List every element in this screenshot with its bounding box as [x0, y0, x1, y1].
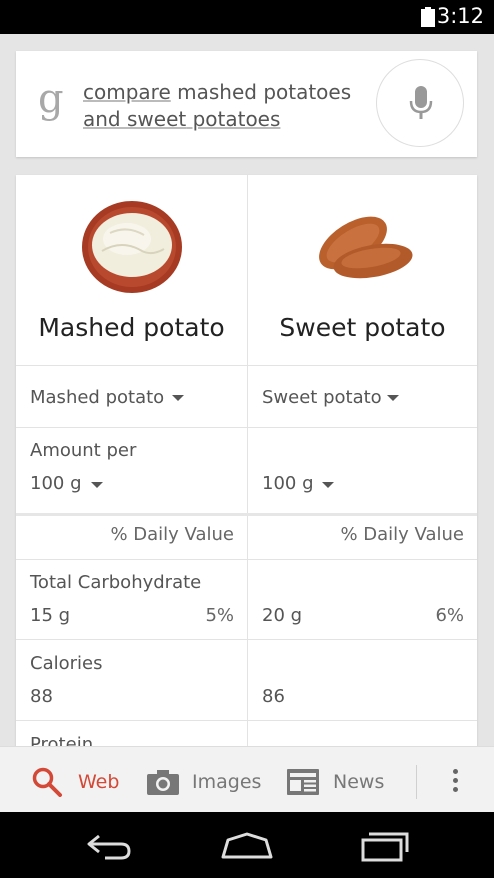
tab-news[interactable]: News: [287, 747, 402, 813]
chevron-down-icon: [172, 395, 184, 401]
home-icon[interactable]: [220, 832, 274, 860]
right-food-selector-label: Sweet potato: [262, 387, 382, 408]
right-carbohydrate-dv: 6%: [435, 605, 464, 626]
left-food-dropdown[interactable]: Mashed potato: [16, 366, 247, 427]
mashed-potato-image: [82, 201, 182, 293]
right-daily-value-header: % Daily Value: [340, 524, 464, 545]
tab-images-label: Images: [192, 771, 262, 793]
tab-separator: [416, 765, 417, 799]
divider: [16, 720, 477, 721]
left-amount-value: 100 g: [30, 473, 82, 494]
search-query[interactable]: compare mashed potatoes and sweet potato…: [83, 79, 373, 133]
nutrient-label-carbohydrate: Total Carbohydrate: [30, 572, 202, 593]
newspaper-icon: [287, 769, 319, 795]
right-amount-dropdown[interactable]: 100 g: [248, 465, 477, 505]
divider: [16, 559, 477, 560]
more-vert-icon: [453, 778, 458, 783]
right-food-dropdown[interactable]: Sweet potato: [248, 366, 477, 427]
query-words-and-sweet: and sweet: [83, 107, 187, 131]
google-logo: g: [38, 76, 64, 122]
divider: [16, 513, 477, 516]
left-carbohydrate-value: 15 g: [30, 605, 71, 626]
right-calories-value: 86: [262, 686, 285, 707]
right-carbohydrate-value: 20 g: [262, 605, 303, 626]
tab-news-label: News: [333, 771, 385, 793]
amount-per-label: Amount per: [30, 440, 137, 461]
left-food-selector-label: Mashed potato: [30, 387, 165, 408]
navigation-bar: [0, 812, 494, 878]
tab-images[interactable]: Images: [145, 747, 270, 813]
left-carbohydrate-dv: 5%: [205, 605, 234, 626]
more-vert-icon: [453, 787, 458, 792]
left-calories-value: 88: [30, 686, 53, 707]
search-card: g compare mashed potatoes and sweet pota…: [16, 51, 477, 157]
chevron-down-icon: [387, 395, 399, 401]
right-amount-value: 100 g: [262, 473, 314, 494]
battery-icon: [421, 7, 435, 27]
tab-web[interactable]: Web: [30, 747, 130, 813]
overflow-menu-button[interactable]: [440, 761, 470, 801]
tab-web-label: Web: [78, 771, 120, 793]
query-text-2: potatoes: [186, 107, 281, 131]
back-icon[interactable]: [85, 832, 133, 860]
query-word-compare: compare: [83, 80, 171, 104]
voice-search-button[interactable]: [376, 59, 464, 147]
query-text-1: mashed potatoes: [170, 80, 352, 104]
status-bar: 3:12: [0, 0, 494, 34]
nutrient-label-calories: Calories: [30, 653, 103, 674]
status-time: 3:12: [436, 4, 484, 28]
search-type-tabs: Web Images News: [0, 746, 494, 812]
left-food-name: Mashed potato: [38, 313, 225, 342]
search-icon: [32, 767, 62, 797]
more-vert-icon: [453, 769, 458, 774]
nutrition-comparison-card: Mashed potato Sweet potato Mashed potato…: [16, 175, 477, 775]
recent-apps-icon[interactable]: [360, 830, 410, 862]
chevron-down-icon: [322, 482, 334, 488]
divider: [16, 639, 477, 640]
left-amount-dropdown[interactable]: 100 g: [16, 465, 247, 505]
right-food-name: Sweet potato: [279, 313, 446, 342]
microphone-icon: [409, 86, 433, 119]
divider: [16, 427, 477, 428]
camera-icon: [147, 770, 179, 795]
chevron-down-icon: [91, 482, 103, 488]
left-daily-value-header: % Daily Value: [110, 524, 234, 545]
sweet-potato-image: [319, 216, 413, 279]
